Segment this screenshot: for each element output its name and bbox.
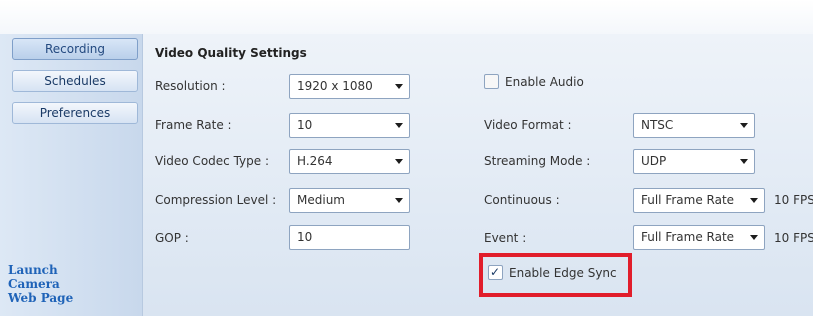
continuous-dropdown[interactable]: Full Frame Rate xyxy=(633,188,765,213)
streaming-mode-dropdown[interactable]: UDP xyxy=(633,149,755,174)
chevron-down-icon xyxy=(395,84,403,89)
event-dropdown[interactable]: Full Frame Rate xyxy=(633,225,765,250)
streaming-mode-label: Streaming Mode : xyxy=(484,154,591,168)
frame-rate-dropdown[interactable]: 10 xyxy=(289,113,410,138)
video-quality-panel: Video Quality Settings Resolution : 1920… xyxy=(143,34,813,316)
resolution-dropdown[interactable]: 1920 x 1080 xyxy=(289,74,410,99)
chevron-down-icon xyxy=(750,198,758,203)
event-fps-readout: 10 FPS xyxy=(774,231,813,245)
video-format-label: Video Format : xyxy=(484,118,572,132)
tab-recording[interactable]: Recording xyxy=(12,38,138,60)
continuous-label: Continuous : xyxy=(484,193,560,207)
top-strip xyxy=(0,0,813,34)
chevron-down-icon xyxy=(395,159,403,164)
chevron-down-icon xyxy=(740,159,748,164)
chevron-down-icon xyxy=(740,123,748,128)
compression-dropdown[interactable]: Medium xyxy=(289,188,410,213)
frame-rate-label: Frame Rate : xyxy=(155,118,232,132)
video-format-dropdown[interactable]: NTSC xyxy=(633,113,755,138)
compression-value: Medium xyxy=(297,193,345,207)
video-format-value: NTSC xyxy=(641,118,674,132)
gop-label: GOP : xyxy=(155,231,189,245)
chevron-down-icon xyxy=(395,198,403,203)
launch-camera-web-page-link[interactable]: Launch Camera Web Page xyxy=(8,263,128,305)
tab-preferences[interactable]: Preferences xyxy=(12,102,138,124)
video-codec-value: H.264 xyxy=(297,154,333,168)
continuous-fps-readout: 10 FPS xyxy=(774,193,813,207)
chevron-down-icon xyxy=(395,123,403,128)
video-codec-label: Video Codec Type : xyxy=(155,154,269,168)
section-title: Video Quality Settings xyxy=(155,46,307,60)
enable-audio-checkbox[interactable] xyxy=(484,74,499,89)
continuous-value: Full Frame Rate xyxy=(641,193,735,207)
chevron-down-icon xyxy=(750,235,758,240)
event-label: Event : xyxy=(484,231,527,245)
gop-input[interactable]: 10 xyxy=(289,225,410,250)
red-highlight-box xyxy=(479,253,632,297)
frame-rate-value: 10 xyxy=(297,118,313,132)
compression-label: Compression Level : xyxy=(155,193,277,207)
tab-schedules[interactable]: Schedules xyxy=(12,70,138,92)
streaming-mode-value: UDP xyxy=(641,154,667,168)
resolution-value: 1920 x 1080 xyxy=(297,79,373,93)
enable-audio-label: Enable Audio xyxy=(505,75,584,89)
resolution-label: Resolution : xyxy=(155,79,226,93)
event-value: Full Frame Rate xyxy=(641,230,735,244)
video-codec-dropdown[interactable]: H.264 xyxy=(289,149,410,174)
